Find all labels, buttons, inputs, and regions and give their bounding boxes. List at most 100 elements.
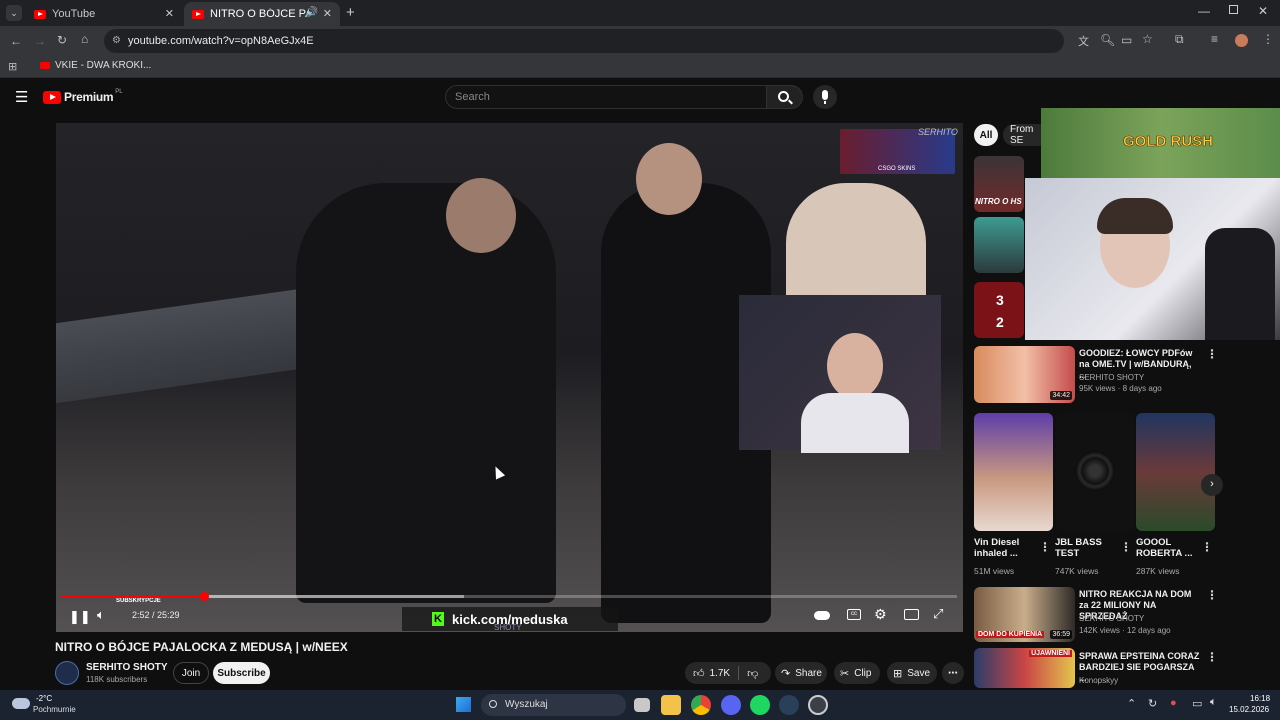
like-button[interactable]: 👍︎ 1.7K bbox=[693, 667, 730, 680]
close-tab-icon[interactable]: ✕ bbox=[165, 7, 174, 20]
reload-icon[interactable]: ↻ bbox=[57, 33, 67, 47]
windows-start-icon[interactable] bbox=[455, 696, 472, 713]
fullscreen-button[interactable]: ⤢ bbox=[933, 606, 943, 622]
obs-icon[interactable] bbox=[808, 695, 828, 715]
more-options-icon[interactable]: ⋮ bbox=[1201, 540, 1213, 554]
subtitles-button[interactable]: cc bbox=[847, 609, 861, 620]
more-options-icon[interactable]: ⋮ bbox=[1039, 540, 1051, 554]
sidebar-thumbnail[interactable]: 34:42 bbox=[974, 346, 1075, 403]
more-options-icon[interactable]: ⋮ bbox=[1206, 650, 1218, 664]
share-label: Share bbox=[795, 667, 822, 679]
apps-grid-icon[interactable]: ⊞ bbox=[8, 60, 17, 73]
sidebar-thumbnail[interactable]: UJAWNIENI bbox=[974, 648, 1075, 688]
more-options-icon[interactable]: ⋮ bbox=[1120, 540, 1132, 554]
youtube-logo-icon bbox=[43, 90, 61, 104]
short-views: 287K views bbox=[1136, 566, 1180, 576]
short-title[interactable]: GOOOL ROBERTA ... bbox=[1136, 537, 1194, 559]
short-title[interactable]: JBL BASS TEST bbox=[1055, 537, 1113, 559]
scissors-icon: ✂ bbox=[840, 667, 850, 680]
volume-button[interactable]: 🔈︎ bbox=[97, 607, 105, 623]
channel-name[interactable]: SERHITO SHOTY bbox=[86, 662, 168, 673]
tray-volume-icon[interactable]: 🔈︎ bbox=[1210, 696, 1217, 709]
sidebar-video-channel: Konopskyy bbox=[1079, 676, 1119, 685]
minimize-window-icon[interactable]: — bbox=[1198, 4, 1210, 18]
back-icon[interactable]: ← bbox=[10, 34, 22, 48]
sidebar-thumbnail[interactable] bbox=[974, 217, 1024, 273]
sidebar-thumbnail[interactable]: DOM DO KUPIENIA 36:59 bbox=[974, 587, 1075, 642]
subscribe-button[interactable]: Subscribe bbox=[213, 662, 270, 684]
tab-youtube[interactable]: YouTube ✕ bbox=[26, 2, 182, 26]
channel-avatar[interactable] bbox=[55, 661, 79, 685]
taskbar-search[interactable]: Wyszukaj bbox=[481, 694, 626, 716]
search-button[interactable] bbox=[767, 85, 803, 109]
file-explorer-icon[interactable] bbox=[661, 695, 681, 715]
thumbs-down-icon: 👎︎ bbox=[747, 667, 759, 680]
tray-network-icon[interactable]: ▭ bbox=[1192, 697, 1202, 710]
spotify-icon[interactable] bbox=[750, 695, 770, 715]
pause-button[interactable]: ❚❚ bbox=[69, 609, 91, 625]
video-player[interactable]: CSGO SKINS SERHITO K kick.com/meduska SH… bbox=[56, 123, 963, 632]
tray-sync-icon[interactable]: ↻ bbox=[1148, 697, 1157, 710]
tray-mic-icon[interactable]: ● bbox=[1170, 697, 1177, 709]
chrome-icon[interactable] bbox=[691, 695, 711, 715]
close-tab-icon[interactable]: ✕ bbox=[323, 7, 332, 20]
reading-list-icon[interactable]: ≡ bbox=[1211, 32, 1218, 46]
home-icon[interactable]: ⌂ bbox=[81, 32, 88, 46]
translate-icon[interactable]: 文 bbox=[1078, 33, 1089, 49]
watermark-text: SERHITO bbox=[918, 127, 958, 137]
short-thumbnail[interactable] bbox=[1056, 413, 1134, 531]
menu-kebab-icon[interactable]: ⋮ bbox=[1262, 32, 1274, 46]
tab-video[interactable]: NITRO O BÓJCE PAJALOCKA 🔊 ✕ bbox=[184, 2, 340, 26]
short-thumbnail[interactable] bbox=[974, 413, 1053, 531]
zoom-icon[interactable]: 🔍︎ bbox=[1100, 33, 1115, 47]
task-view-icon[interactable] bbox=[634, 698, 650, 712]
theater-mode-button[interactable] bbox=[904, 609, 919, 620]
address-bar[interactable]: ⚙ youtube.com/watch?v=opN8AeGJx4E bbox=[104, 29, 1064, 53]
shorts-next-button[interactable]: › bbox=[1201, 474, 1223, 496]
dislike-button[interactable]: 👎︎ bbox=[747, 667, 758, 680]
site-info-icon[interactable]: ⚙ bbox=[112, 29, 121, 53]
share-button[interactable]: ↷ Share bbox=[775, 662, 827, 684]
settings-gear-icon[interactable]: ⚙ bbox=[874, 606, 887, 623]
close-window-icon[interactable]: ✕ bbox=[1258, 4, 1268, 18]
sidebar-video-meta: 95K views · 8 days ago bbox=[1079, 384, 1162, 393]
tab-title: YouTube bbox=[52, 8, 96, 20]
tab-search-button[interactable]: ⌄ bbox=[6, 5, 22, 21]
search-input[interactable]: Search bbox=[445, 85, 767, 109]
youtube-logo[interactable]: Premium PL bbox=[43, 89, 123, 104]
short-title[interactable]: Vin Diesel inhaled ... bbox=[974, 537, 1032, 559]
chip-all[interactable]: All bbox=[974, 124, 998, 146]
autoplay-toggle[interactable] bbox=[814, 611, 830, 620]
tray-overflow-icon[interactable]: ⌃ bbox=[1127, 697, 1136, 710]
clock-date[interactable]: 15.02.2026 bbox=[1229, 705, 1269, 714]
new-tab-button[interactable]: + bbox=[346, 4, 355, 21]
subscriber-count: 118K subscribers bbox=[86, 675, 148, 684]
more-options-icon[interactable]: ⋮ bbox=[1206, 588, 1218, 602]
bookmark-star-icon[interactable]: ☆ bbox=[1142, 32, 1153, 46]
more-actions-button[interactable]: ⋯ bbox=[942, 662, 964, 684]
clip-button[interactable]: ✂ Clip bbox=[834, 662, 880, 684]
cast-icon[interactable]: ▭ bbox=[1121, 33, 1132, 47]
more-options-icon[interactable]: ⋮ bbox=[1206, 347, 1218, 361]
weather-desc[interactable]: Pochmurnie bbox=[33, 705, 76, 714]
short-thumbnail[interactable] bbox=[1136, 413, 1215, 531]
forward-icon[interactable]: → bbox=[34, 34, 46, 48]
sidebar-thumbnail[interactable]: NITRO O HS bbox=[974, 156, 1024, 212]
join-label: Join bbox=[181, 667, 201, 679]
extensions-icon[interactable]: ⧉ bbox=[1175, 32, 1184, 47]
save-button[interactable]: ⊞ Save bbox=[887, 662, 937, 684]
sidebar-thumbnail[interactable]: 3 2 bbox=[974, 282, 1024, 338]
clock-time[interactable]: 16:18 bbox=[1250, 694, 1270, 703]
discord-icon[interactable] bbox=[721, 695, 741, 715]
speaker-icon bbox=[1075, 451, 1115, 491]
profile-avatar[interactable] bbox=[1235, 34, 1248, 47]
bookmark-item[interactable]: VKIE - DWA KROKI... bbox=[40, 60, 151, 71]
voice-search-button[interactable] bbox=[813, 85, 837, 109]
hamburger-menu-icon[interactable]: ☰ bbox=[15, 88, 28, 106]
audio-playing-icon[interactable]: 🔊 bbox=[306, 7, 318, 18]
weather-temp[interactable]: -2°C bbox=[36, 694, 52, 703]
steam-icon[interactable] bbox=[779, 695, 799, 715]
join-button[interactable]: Join bbox=[173, 662, 209, 684]
restore-window-icon[interactable] bbox=[1229, 5, 1238, 14]
progress-bar[interactable] bbox=[61, 592, 957, 601]
